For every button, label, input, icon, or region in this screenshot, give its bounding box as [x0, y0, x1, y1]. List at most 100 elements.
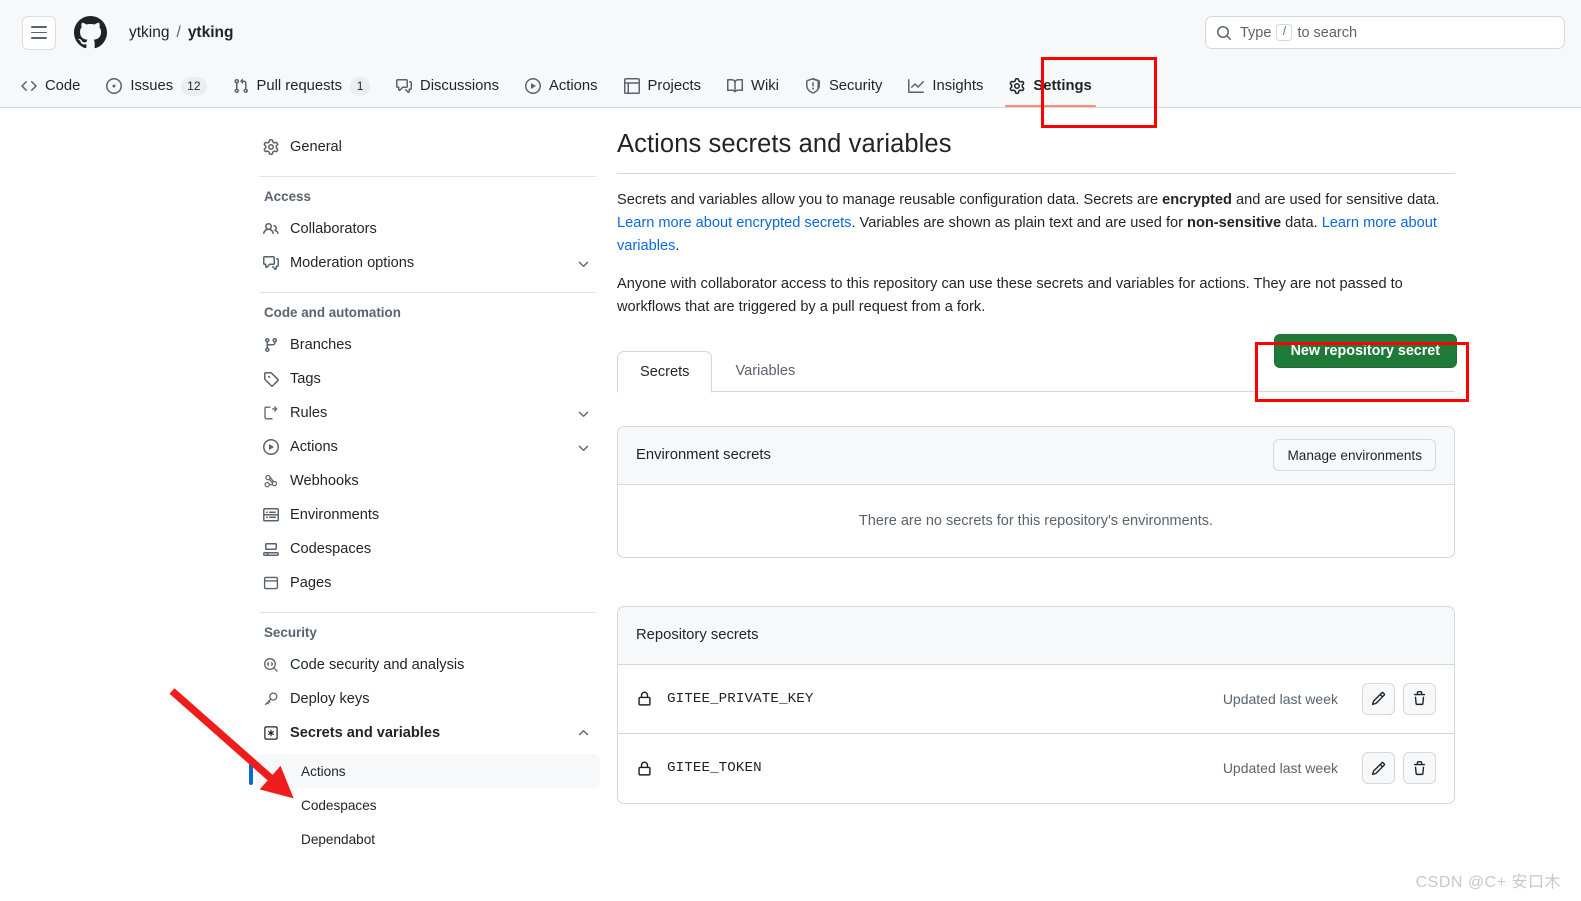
- main-content: Actions secrets and variables Secrets an…: [617, 130, 1457, 804]
- link-learn-more-encrypted-secrets[interactable]: Learn more about encrypted secrets: [617, 215, 851, 231]
- nav-tab-discussions-label: Discussions: [420, 78, 499, 94]
- secret-name: GITEE_PRIVATE_KEY: [667, 690, 814, 707]
- sidebar-item-deploy-keys[interactable]: Deploy keys: [255, 682, 600, 716]
- nav-tab-insights-label: Insights: [932, 78, 984, 94]
- trash-icon[interactable]: [1403, 752, 1436, 785]
- tag-icon: [263, 371, 279, 387]
- asterisk-key-icon: [263, 725, 279, 741]
- comment-discussion-icon: [263, 255, 279, 271]
- manage-environments-button[interactable]: Manage environments: [1273, 439, 1436, 472]
- pencil-icon[interactable]: [1362, 752, 1395, 785]
- github-logo-icon[interactable]: [74, 16, 107, 49]
- secrets-variables-tabrow: Secrets Variables New repository secret: [617, 333, 1457, 393]
- sidebar-item-collaborators[interactable]: Collaborators: [255, 212, 600, 246]
- sidebar-subitem-codespaces[interactable]: Codespaces: [255, 788, 600, 822]
- search-area: Type / to search: [1205, 16, 1565, 49]
- sidebar-item-secrets-and-variables[interactable]: Secrets and variables: [255, 716, 600, 750]
- sidebar-item-codespaces[interactable]: Codespaces: [255, 532, 600, 566]
- table-row: GITEE_PRIVATE_KEY Updated last week: [618, 665, 1454, 734]
- intro-paragraph-2: Anyone with collaborator access to this …: [617, 275, 1403, 315]
- search-slash-key: /: [1276, 24, 1293, 41]
- nav-tab-pull-requests[interactable]: Pull requests 1: [220, 65, 384, 107]
- sidebar-heading-code-and-automation: Code and automation: [264, 305, 401, 320]
- chevron-down-icon[interactable]: [576, 256, 591, 271]
- sidebar-item-pages[interactable]: Pages: [255, 566, 600, 600]
- repository-nav: Code Issues 12 Pull requests 1 Discussio…: [0, 65, 1581, 108]
- sidebar-item-tags[interactable]: Tags: [255, 362, 600, 396]
- tab-secrets[interactable]: Secrets: [617, 350, 713, 393]
- issue-opened-icon: [106, 78, 123, 94]
- book-icon: [726, 78, 743, 94]
- sidebar-item-actions[interactable]: Actions: [255, 430, 600, 464]
- comment-discussion-icon: [396, 78, 413, 94]
- search-placeholder-prefix: Type: [1240, 24, 1272, 41]
- sidebar-item-rules[interactable]: Rules: [255, 396, 600, 430]
- git-branch-icon: [263, 337, 279, 353]
- chevron-down-icon[interactable]: [576, 406, 591, 421]
- sidebar-item-webhooks-label: Webhooks: [290, 473, 359, 489]
- sidebar-subitem-dependabot[interactable]: Dependabot: [255, 822, 600, 856]
- search-input[interactable]: Type / to search: [1205, 16, 1565, 49]
- trash-icon[interactable]: [1403, 682, 1436, 715]
- nav-tab-projects[interactable]: Projects: [611, 65, 714, 107]
- sidebar-item-branches-label: Branches: [290, 337, 352, 353]
- sidebar-subitem-actions[interactable]: Actions: [249, 754, 600, 788]
- sidebar-divider-3: [259, 612, 596, 613]
- nav-tab-issues-label: Issues: [130, 78, 174, 94]
- sidebar-item-branches[interactable]: Branches: [255, 328, 600, 362]
- server-icon: [263, 507, 279, 523]
- environment-secrets-card: Environment secrets Manage environments …: [617, 425, 1455, 558]
- intro-p1-text2: and are used for sensitive data.: [1231, 192, 1440, 208]
- sidebar-item-code-security-and-analysis[interactable]: Code security and analysis: [255, 648, 600, 682]
- sidebar-item-environments[interactable]: Environments: [255, 498, 600, 532]
- nav-tab-actions[interactable]: Actions: [512, 65, 611, 107]
- play-icon: [263, 439, 279, 455]
- sidebar-subitem-codespaces-label: Codespaces: [301, 797, 377, 813]
- chevron-up-icon[interactable]: [576, 726, 591, 741]
- sidebar-item-environments-label: Environments: [290, 507, 380, 523]
- new-repository-secret-button[interactable]: New repository secret: [1273, 333, 1457, 368]
- page-root: ytking / ytking Type / to search Code Is…: [0, 0, 1581, 901]
- nav-tab-wiki[interactable]: Wiki: [714, 65, 792, 107]
- sidebar-item-moderation-options[interactable]: Moderation options: [255, 246, 600, 280]
- browser-icon: [263, 575, 279, 591]
- sidebar-item-general-label: General: [290, 139, 342, 155]
- chevron-down-icon[interactable]: [576, 440, 591, 455]
- nav-tab-issues-badge: 12: [181, 76, 207, 96]
- sidebar-item-webhooks[interactable]: Webhooks: [255, 464, 600, 498]
- sidebar-item-collaborators-label: Collaborators: [290, 221, 377, 237]
- key-icon: [263, 691, 279, 707]
- page-title: Actions secrets and variables: [617, 130, 952, 158]
- nav-tab-settings[interactable]: Settings: [996, 65, 1104, 107]
- tab-variables[interactable]: Variables: [712, 350, 818, 392]
- nav-tab-code-label: Code: [45, 78, 81, 94]
- nav-tab-code[interactable]: Code: [8, 65, 93, 107]
- table-row: GITEE_TOKEN Updated last week: [618, 734, 1454, 803]
- gear-icon: [1009, 78, 1025, 94]
- intro-p1-bold-encrypted: encrypted: [1162, 192, 1232, 208]
- sidebar-item-rules-label: Rules: [290, 405, 328, 421]
- pencil-icon[interactable]: [1362, 682, 1395, 715]
- nav-tab-discussions[interactable]: Discussions: [383, 65, 512, 107]
- environment-secrets-header: Environment secrets Manage environments: [618, 426, 1454, 485]
- breadcrumb-owner[interactable]: ytking: [129, 24, 170, 42]
- nav-tab-issues[interactable]: Issues 12: [93, 65, 219, 107]
- people-icon: [263, 221, 279, 237]
- sidebar-divider-2: [259, 292, 596, 293]
- sidebar-item-tags-label: Tags: [290, 371, 321, 387]
- codescan-icon: [263, 657, 279, 673]
- global-header: ytking / ytking Type / to search: [0, 0, 1581, 65]
- sidebar-item-secrets-and-variables-label: Secrets and variables: [290, 725, 441, 741]
- selected-indicator: [249, 757, 253, 785]
- intro-paragraph-1: Secrets and variables allow you to manag…: [617, 189, 1455, 258]
- table-icon: [623, 78, 640, 94]
- shield-icon: [805, 78, 821, 94]
- play-icon: [525, 78, 541, 94]
- sidebar-item-general[interactable]: General: [255, 130, 600, 164]
- sidebar-item-code-security-and-analysis-label: Code security and analysis: [290, 657, 465, 673]
- nav-tab-insights[interactable]: Insights: [895, 65, 996, 107]
- hamburger-icon[interactable]: [22, 15, 56, 50]
- nav-tab-security[interactable]: Security: [792, 65, 895, 107]
- breadcrumb-repo[interactable]: ytking: [188, 24, 234, 42]
- sidebar-heading-security: Security: [264, 625, 317, 640]
